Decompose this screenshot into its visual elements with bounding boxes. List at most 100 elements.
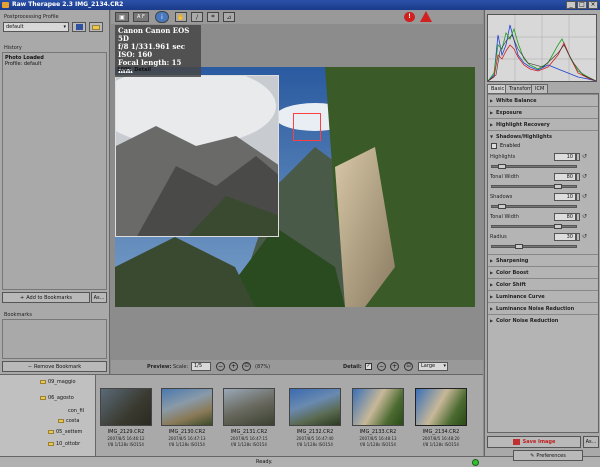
slider-spinner[interactable] xyxy=(576,153,580,161)
detail-size-select[interactable]: Large ▾ xyxy=(418,362,448,371)
reset-icon[interactable]: ↺ xyxy=(582,213,588,221)
pan-tool-button[interactable]: ✋ xyxy=(175,12,187,22)
zoom-fit-icon[interactable]: ⊡ xyxy=(242,362,251,371)
tree-item[interactable]: 10_ottobr xyxy=(48,441,80,449)
enabled-label: Enabled xyxy=(500,143,521,149)
minimize-button[interactable]: _ xyxy=(566,1,576,9)
section-shadows-highlights[interactable]: Shadows/Highlights xyxy=(488,130,598,143)
section-color-noise-reduction[interactable]: Color Noise Reduction xyxy=(488,314,598,327)
close-button[interactable]: × xyxy=(588,1,598,9)
save-profile-button[interactable] xyxy=(72,22,86,32)
detail-locator[interactable] xyxy=(293,113,321,141)
thumbnail-exif: f/8 1/128s ISO154 xyxy=(360,442,396,447)
slider-track[interactable] xyxy=(491,244,577,249)
preview-area[interactable] xyxy=(115,67,475,307)
hand-tool-button[interactable]: ▣ xyxy=(115,12,129,22)
open-profile-button[interactable] xyxy=(89,22,103,32)
slider-thumb[interactable] xyxy=(498,164,507,169)
slider-value-input[interactable]: 80 xyxy=(554,173,576,181)
slider-spinner[interactable] xyxy=(576,213,580,221)
reset-icon[interactable]: ↺ xyxy=(582,153,588,161)
straighten-button[interactable]: ⊿ xyxy=(223,12,235,22)
bookmark-as-button[interactable]: As... xyxy=(91,292,107,303)
clip-highlight-warning-icon[interactable]: ! xyxy=(404,12,415,22)
disk-icon xyxy=(75,24,83,30)
tree-item[interactable]: costa xyxy=(58,418,79,426)
wb-picker-button[interactable]: / xyxy=(191,12,203,22)
af-label: A F xyxy=(137,14,145,20)
zoom-out-icon[interactable]: − xyxy=(216,362,225,371)
tree-item[interactable]: 09_maggio xyxy=(40,379,76,387)
detail-zoom-fit-icon[interactable]: ⊡ xyxy=(404,362,413,371)
enabled-checkbox[interactable] xyxy=(491,143,497,149)
zoom-in-icon[interactable]: + xyxy=(229,362,238,371)
slider-thumb[interactable] xyxy=(498,204,507,209)
maximize-button[interactable]: □ xyxy=(577,1,587,9)
remove-bookmark-button[interactable]: − Remove Bookmark xyxy=(2,361,107,372)
section-luminance-noise-reduction[interactable]: Luminance Noise Reduction xyxy=(488,302,598,315)
thumbnail[interactable]: IMG_2130.CR2 2007/8/5 16:47:13 f/8 1/128… xyxy=(159,384,215,452)
slider-track[interactable] xyxy=(491,224,577,229)
folder-icon xyxy=(92,24,100,30)
slider-spinner[interactable] xyxy=(576,233,580,241)
crop-icon: ▣ xyxy=(119,13,125,21)
thumbnail[interactable]: IMG_2131.CR2 2007/8/5 16:47:15 f/8 1/128… xyxy=(221,384,277,452)
reset-icon[interactable]: ↺ xyxy=(582,173,588,181)
thumbnail[interactable]: IMG_2129.CR2 2007/8/5 16:46:12 f/8 1/128… xyxy=(98,384,154,452)
af-button[interactable]: A F xyxy=(133,12,149,22)
tree-item[interactable]: 06_agosto xyxy=(40,395,74,403)
thumbnail-name: IMG_2132.CR2 xyxy=(296,429,334,435)
slider-track[interactable] xyxy=(491,204,577,209)
info-button[interactable]: i xyxy=(155,11,169,23)
thumbnail[interactable]: IMG_2132.CR2 2007/8/5 16:47:40 f/8 1/128… xyxy=(287,384,343,452)
preferences-button[interactable]: ✎ Preferences xyxy=(513,450,583,461)
crop-tool-button[interactable]: ⌗ xyxy=(207,12,219,22)
tab-icm[interactable]: ICM xyxy=(531,84,549,93)
tree-item[interactable]: 05_settem xyxy=(48,429,82,437)
slider-spinner[interactable] xyxy=(576,173,580,181)
section-exposure[interactable]: Exposure xyxy=(488,106,598,119)
slider-value-input[interactable]: 30 xyxy=(554,233,576,241)
slider-thumb[interactable] xyxy=(515,244,524,249)
slider-spinner[interactable] xyxy=(576,193,580,201)
slider-thumb[interactable] xyxy=(554,224,563,229)
detail-zoom-in-icon[interactable]: + xyxy=(390,362,399,371)
section-sharpening[interactable]: Sharpening xyxy=(488,254,598,267)
thumbnail[interactable]: IMG_2133.CR2 2007/8/5 16:48:13 f/8 1/128… xyxy=(350,384,406,452)
tree-item-label: 10_ottobr xyxy=(56,441,81,447)
profile-select[interactable]: default ▾ xyxy=(3,22,69,32)
image-toolbar: ▣ A F i ✋ / ⌗ ⊿ ! xyxy=(111,10,483,24)
section-white-balance[interactable]: White Balance xyxy=(488,94,598,107)
detail-zoom-out-icon[interactable]: − xyxy=(377,362,386,371)
history-label: History xyxy=(4,45,22,51)
save-as-button[interactable]: As... xyxy=(583,436,599,448)
detail-window[interactable] xyxy=(115,75,279,237)
history-item[interactable]: Photo Loaded xyxy=(3,53,106,61)
thumbnail-name: IMG_2134.CR2 xyxy=(422,429,460,435)
section-highlight-recovery[interactable]: Highlight Recovery xyxy=(488,118,598,131)
slider-track[interactable] xyxy=(491,164,577,169)
bookmarks-list xyxy=(2,319,107,359)
slider-value-input[interactable]: 10 xyxy=(554,153,576,161)
slider-track[interactable] xyxy=(491,184,577,189)
slider-label: Tonal Width xyxy=(490,174,520,180)
reset-icon[interactable]: ↺ xyxy=(582,193,588,201)
enabled-row[interactable]: Enabled xyxy=(488,142,598,152)
add-bookmark-button[interactable]: + Add to Bookmarks xyxy=(2,292,90,303)
clip-shadow-warning-icon[interactable] xyxy=(420,11,432,22)
detail-checkbox[interactable]: ✓ xyxy=(365,363,372,370)
slider-value-input[interactable]: 10 xyxy=(554,193,576,201)
section-color-boost[interactable]: Color Boost xyxy=(488,266,598,279)
section-luminance-curve[interactable]: Luminance Curve xyxy=(488,290,598,303)
slider-value-input[interactable]: 80 xyxy=(554,213,576,221)
slider-thumb[interactable] xyxy=(554,184,563,189)
reset-icon[interactable]: ↺ xyxy=(582,233,588,241)
thumbnail-selected[interactable]: IMG_2134.CR2 2007/8/5 16:48:20 f/8 1/128… xyxy=(413,384,469,452)
history-item[interactable]: Profile: default xyxy=(3,61,106,67)
tree-item[interactable]: con_fil xyxy=(68,408,84,416)
save-image-button[interactable]: Save Image xyxy=(487,436,581,448)
section-color-shift[interactable]: Color Shift xyxy=(488,278,598,291)
tree-item-label: 05_settem xyxy=(56,429,83,435)
zoom-percent: (87%) xyxy=(255,364,271,370)
scale-select[interactable]: 1/5 xyxy=(191,362,211,371)
